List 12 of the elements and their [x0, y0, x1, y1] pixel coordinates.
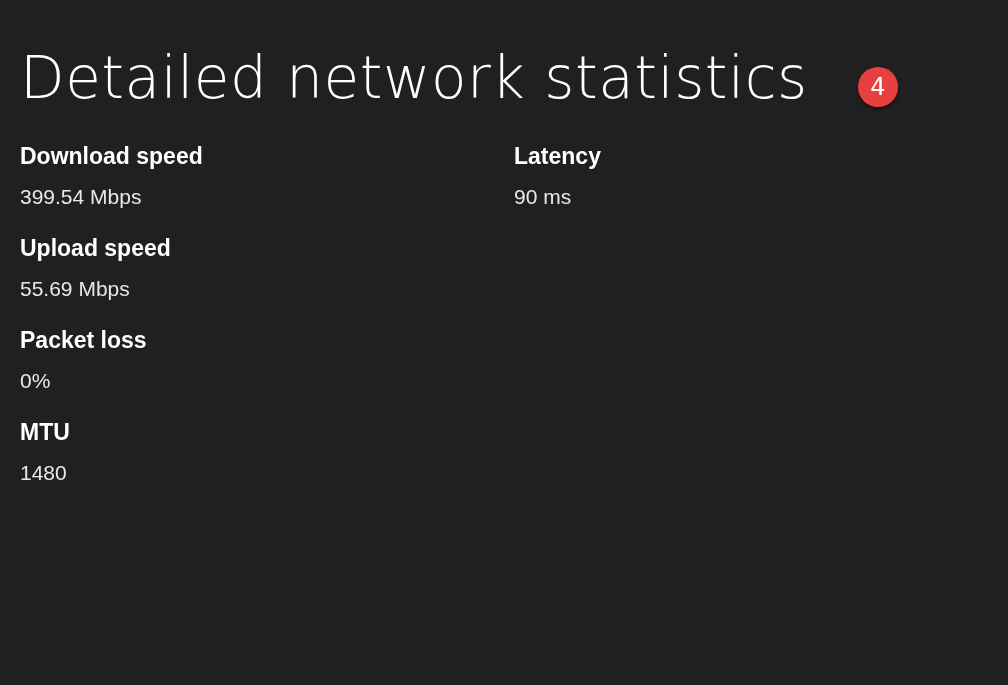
stat-value: 0% — [20, 368, 52, 394]
stat-value: 1480 — [20, 460, 68, 486]
stat-label: Upload speed — [20, 234, 172, 263]
stat-value: 399.54 Mbps — [20, 184, 143, 210]
annotation-badge: 4 — [857, 67, 898, 107]
stat-label: Packet loss — [20, 326, 148, 355]
stat-value: 55.69 Mbps — [20, 276, 131, 302]
stat-value: 90 ms — [514, 184, 573, 210]
stat-label: Latency — [514, 142, 602, 171]
stat-label: MTU — [20, 418, 71, 447]
page-title: Detailed network statistics — [20, 43, 808, 114]
stat-label: Download speed — [20, 142, 204, 171]
